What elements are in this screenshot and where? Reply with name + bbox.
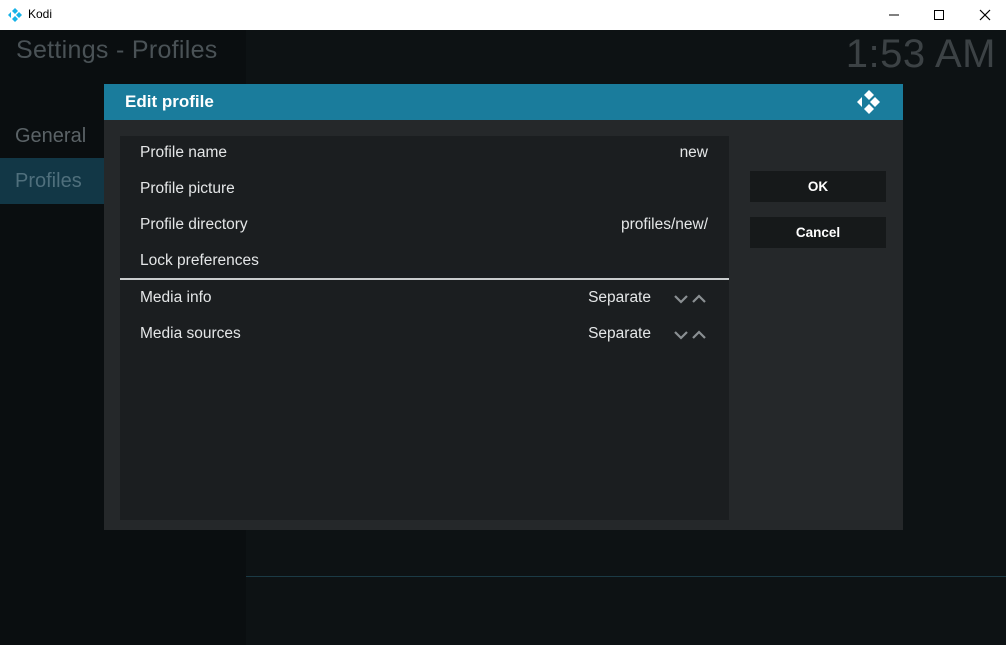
setting-media-info[interactable]: Media info Separate bbox=[120, 281, 729, 317]
setting-label: Profile directory bbox=[140, 216, 248, 233]
clock: 1:53 AM bbox=[845, 32, 996, 76]
minimize-button[interactable] bbox=[871, 0, 917, 30]
setting-label: Media sources bbox=[140, 325, 241, 342]
setting-media-sources[interactable]: Media sources Separate bbox=[120, 317, 729, 353]
setting-value: Separate bbox=[588, 325, 651, 342]
kodi-logo-icon bbox=[857, 90, 880, 114]
list-separator bbox=[120, 278, 729, 280]
sidebar-item-profiles[interactable]: Profiles bbox=[0, 158, 104, 204]
setting-label: Profile name bbox=[140, 144, 228, 161]
setting-profile-name[interactable]: Profile name new bbox=[120, 136, 729, 172]
setting-value: new bbox=[679, 144, 708, 161]
maximize-icon bbox=[934, 10, 944, 20]
setting-value: profiles/new/ bbox=[620, 216, 708, 233]
close-icon bbox=[979, 9, 991, 21]
setting-profile-picture[interactable]: Profile picture bbox=[120, 172, 729, 208]
dialog-header: Edit profile bbox=[104, 84, 903, 120]
spinner-arrows-icon[interactable] bbox=[673, 328, 709, 342]
kodi-screen: Settings - Profiles 1:53 AM General Prof… bbox=[0, 30, 1006, 645]
cancel-button[interactable]: Cancel bbox=[750, 217, 886, 248]
sidebar-item-general[interactable]: General bbox=[0, 113, 104, 159]
window-titlebar: Kodi bbox=[0, 0, 1006, 30]
divider bbox=[246, 576, 1006, 577]
setting-value: Separate bbox=[588, 289, 651, 306]
edit-profile-dialog: Edit profile Profile name new Profile pi… bbox=[104, 84, 903, 530]
close-button[interactable] bbox=[962, 0, 1006, 30]
setting-label: Lock preferences bbox=[140, 252, 259, 269]
minimize-icon bbox=[889, 14, 899, 16]
spinner-arrows-icon[interactable] bbox=[673, 292, 709, 306]
setting-profile-directory[interactable]: Profile directory profiles/new/ bbox=[120, 208, 729, 244]
ok-button[interactable]: OK bbox=[750, 171, 886, 202]
setting-label: Profile picture bbox=[140, 180, 235, 197]
window-title: Kodi bbox=[28, 7, 53, 21]
setting-label: Media info bbox=[140, 289, 212, 306]
maximize-button[interactable] bbox=[916, 0, 962, 30]
dialog-title: Edit profile bbox=[125, 92, 214, 111]
kodi-logo-icon bbox=[8, 8, 22, 22]
setting-lock-preferences[interactable]: Lock preferences bbox=[120, 244, 729, 280]
settings-list: Profile name new Profile picture Profile… bbox=[120, 136, 729, 520]
page-title: Settings - Profiles bbox=[16, 36, 218, 64]
